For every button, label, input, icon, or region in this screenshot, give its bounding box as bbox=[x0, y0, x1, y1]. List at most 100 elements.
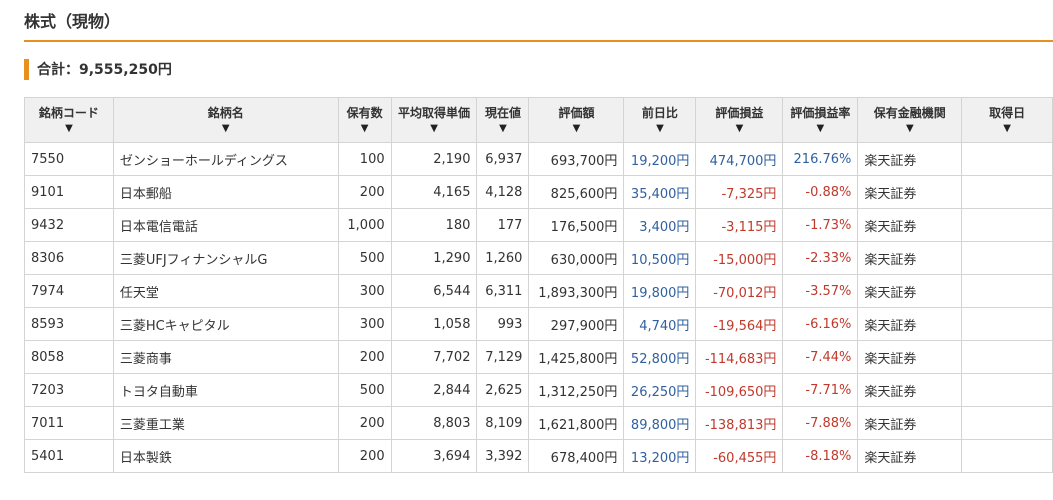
cell-institution: 楽天証券 bbox=[857, 142, 963, 176]
cell-day-change: 4,740円 bbox=[623, 307, 697, 341]
cell-code: 7203 bbox=[24, 373, 114, 407]
cell-day-change: 35,400円 bbox=[623, 175, 697, 209]
total-value: 合計：9,555,250円 bbox=[37, 62, 172, 78]
table-row[interactable]: 7011 三菱重工業 200 8,803 8,109 1,621,800円 89,800円 -… bbox=[24, 406, 1053, 440]
cell-quantity: 1,000 bbox=[337, 208, 392, 242]
sort-down-arrow-icon[interactable]: ▼ bbox=[624, 123, 695, 135]
column-header-name[interactable]: 銘柄名 ▼ bbox=[112, 97, 339, 143]
cell-name[interactable]: 任天堂 bbox=[112, 274, 339, 308]
column-header-price[interactable]: 現在値 ▼ bbox=[476, 97, 530, 143]
cell-quantity: 200 bbox=[337, 175, 392, 209]
cell-value: 1,425,800円 bbox=[528, 340, 625, 374]
table-row[interactable]: 7203 トヨタ自動車 500 2,844 2,625 1,312,250円 26,250円… bbox=[24, 373, 1053, 407]
cell-acquired-date bbox=[961, 307, 1053, 341]
cell-institution: 楽天証券 bbox=[857, 175, 963, 209]
cell-price: 4,128 bbox=[476, 175, 530, 209]
sort-down-arrow-icon[interactable]: ▼ bbox=[962, 123, 1052, 135]
cell-name[interactable]: 三菱商事 bbox=[112, 340, 339, 374]
cell-avg-cost: 2,844 bbox=[390, 373, 478, 407]
column-header-unrealized-pl-rate[interactable]: 評価損益率 ▼ bbox=[782, 97, 859, 143]
cell-day-change: 19,200円 bbox=[623, 142, 697, 176]
cell-price: 6,937 bbox=[476, 142, 530, 176]
cell-avg-cost: 4,165 bbox=[390, 175, 478, 209]
cell-unrealized-pl: -19,564円 bbox=[695, 307, 784, 341]
cell-value: 1,893,300円 bbox=[528, 274, 625, 308]
cell-name[interactable]: 三菱HCキャピタル bbox=[112, 307, 339, 341]
cell-name[interactable]: 三菱重工業 bbox=[112, 406, 339, 440]
cell-code: 7974 bbox=[24, 274, 114, 308]
cell-quantity: 200 bbox=[337, 340, 392, 374]
cell-institution: 楽天証券 bbox=[857, 340, 963, 374]
column-header-value[interactable]: 評価額 ▼ bbox=[528, 97, 625, 143]
sort-down-arrow-icon[interactable]: ▼ bbox=[783, 123, 857, 135]
cell-code: 9432 bbox=[24, 208, 114, 242]
cell-code: 8593 bbox=[24, 307, 114, 341]
cell-acquired-date bbox=[961, 340, 1053, 374]
sort-down-arrow-icon[interactable]: ▼ bbox=[858, 123, 961, 135]
cell-name[interactable]: 日本郵船 bbox=[112, 175, 339, 209]
cell-price: 7,129 bbox=[476, 340, 530, 374]
sort-down-arrow-icon[interactable]: ▼ bbox=[114, 123, 338, 135]
column-header-quantity[interactable]: 保有数 ▼ bbox=[337, 97, 392, 143]
cell-value: 825,600円 bbox=[528, 175, 625, 209]
cell-quantity: 200 bbox=[337, 439, 392, 473]
cell-unrealized-pl: -70,012円 bbox=[695, 274, 784, 308]
column-header-avg-cost[interactable]: 平均取得単価 ▼ bbox=[390, 97, 478, 143]
sort-down-arrow-icon[interactable]: ▼ bbox=[529, 123, 623, 135]
column-header-day-change[interactable]: 前日比 ▼ bbox=[623, 97, 697, 143]
cell-price: 177 bbox=[476, 208, 530, 242]
cell-day-change: 89,800円 bbox=[623, 406, 697, 440]
column-header-label: 現在値 bbox=[484, 106, 521, 120]
cell-unrealized-pl: -109,650円 bbox=[695, 373, 784, 407]
cell-name[interactable]: トヨタ自動車 bbox=[112, 373, 339, 407]
cell-price: 1,260 bbox=[476, 241, 530, 275]
cell-name[interactable]: 三菱UFJフィナンシャルG bbox=[112, 241, 339, 275]
sort-down-arrow-icon[interactable]: ▼ bbox=[696, 123, 782, 135]
table-row[interactable]: 7974 任天堂 300 6,544 6,311 1,893,300円 19,800円 -70… bbox=[24, 274, 1053, 308]
cell-institution: 楽天証券 bbox=[857, 307, 963, 341]
table-row[interactable]: 9101 日本郵船 200 4,165 4,128 825,600円 35,400円 -7,3… bbox=[24, 175, 1053, 209]
cell-code: 7550 bbox=[24, 142, 114, 176]
column-header-unrealized-pl[interactable]: 評価損益 ▼ bbox=[695, 97, 784, 143]
sort-down-arrow-icon[interactable]: ▼ bbox=[339, 123, 391, 135]
total-summary: 合計：9,555,250円 bbox=[24, 58, 172, 80]
column-header-label: 銘柄名 bbox=[207, 106, 244, 120]
cell-unrealized-pl: -7,325円 bbox=[695, 175, 784, 209]
table-row[interactable]: 8306 三菱UFJフィナンシャルG 500 1,290 1,260 630,000円 10… bbox=[24, 241, 1053, 275]
sort-down-arrow-icon[interactable]: ▼ bbox=[25, 123, 113, 135]
cell-quantity: 300 bbox=[337, 307, 392, 341]
cell-unrealized-pl-rate: -0.88% bbox=[782, 175, 859, 209]
column-header-label: 保有金融機関 bbox=[873, 106, 946, 120]
column-header-label: 前日比 bbox=[641, 106, 678, 120]
cell-unrealized-pl: -60,455円 bbox=[695, 439, 784, 473]
column-header-code[interactable]: 銘柄コード ▼ bbox=[24, 97, 114, 143]
table-row[interactable]: 8593 三菱HCキャピタル 300 1,058 993 297,900円 4,740円 -1… bbox=[24, 307, 1053, 341]
table-row[interactable]: 9432 日本電信電話 1,000 180 177 176,500円 3,400円 -3,11… bbox=[24, 208, 1053, 242]
cell-name[interactable]: ゼンショーホールディングス bbox=[112, 142, 339, 176]
cell-code: 8058 bbox=[24, 340, 114, 374]
section-title: 株式（現物） bbox=[24, 0, 1053, 42]
total-accent-bar bbox=[24, 58, 29, 80]
column-header-institution[interactable]: 保有金融機関 ▼ bbox=[857, 97, 963, 143]
column-header-acquired-date[interactable]: 取得日 ▼ bbox=[961, 97, 1053, 143]
sort-down-arrow-icon[interactable]: ▼ bbox=[392, 123, 477, 135]
cell-acquired-date bbox=[961, 175, 1053, 209]
cell-acquired-date bbox=[961, 439, 1053, 473]
sort-down-arrow-icon[interactable]: ▼ bbox=[477, 123, 528, 135]
cell-day-change: 13,200円 bbox=[623, 439, 697, 473]
cell-acquired-date bbox=[961, 274, 1053, 308]
cell-quantity: 200 bbox=[337, 406, 392, 440]
cell-avg-cost: 8,803 bbox=[390, 406, 478, 440]
cell-name[interactable]: 日本電信電話 bbox=[112, 208, 339, 242]
cell-value: 1,621,800円 bbox=[528, 406, 625, 440]
header-row: 銘柄コード ▼ 銘柄名 ▼ 保有数 ▼ 平均取得単価 ▼ 現在値 ▼ 評価額 ▼ 前日比 ▼ 評価損益 ▼ 評価… bbox=[24, 97, 1053, 143]
table-row[interactable]: 8058 三菱商事 200 7,702 7,129 1,425,800円 52,800円 -1… bbox=[24, 340, 1053, 374]
cell-name[interactable]: 日本製鉄 bbox=[112, 439, 339, 473]
cell-institution: 楽天証券 bbox=[857, 406, 963, 440]
cell-unrealized-pl-rate: -6.16% bbox=[782, 307, 859, 341]
column-header-label: 評価損益 bbox=[715, 106, 764, 120]
cell-acquired-date bbox=[961, 373, 1053, 407]
table-row[interactable]: 5401 日本製鉄 200 3,694 3,392 678,400円 13,200円 -60,… bbox=[24, 439, 1053, 473]
cell-day-change: 19,800円 bbox=[623, 274, 697, 308]
table-row[interactable]: 7550 ゼンショーホールディングス 100 2,190 6,937 693,700円 19… bbox=[24, 142, 1053, 176]
